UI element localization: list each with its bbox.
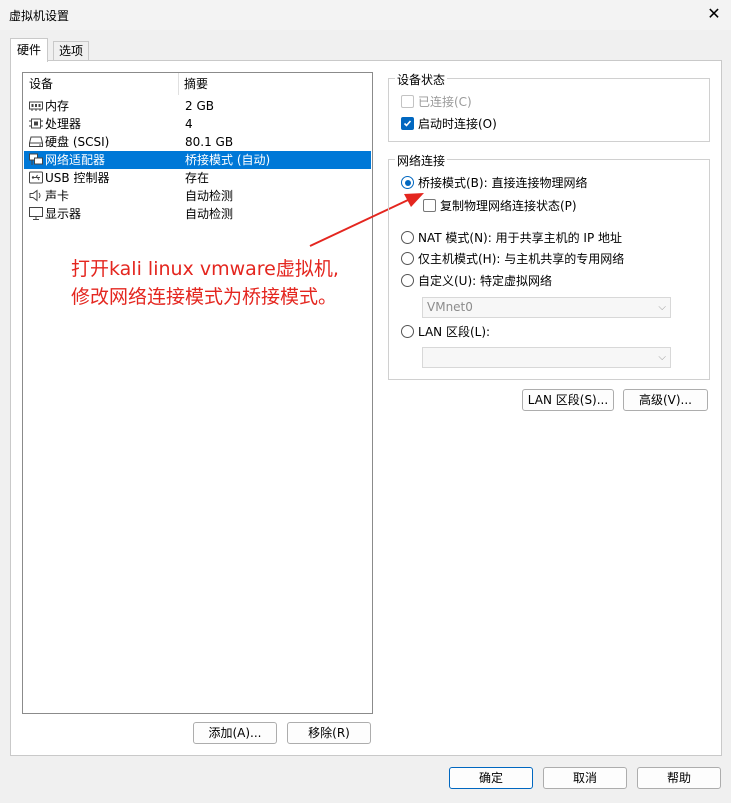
table-row[interactable]: 网络适配器 桥接模式 (自动): [24, 151, 371, 169]
lan-segment-radio[interactable]: [401, 325, 414, 338]
replicate-state-label: 复制物理网络连接状态(P): [440, 199, 577, 213]
chevron-down-icon: ⌵: [658, 302, 666, 313]
device-summary: 自动检测: [185, 189, 234, 203]
custom-network-select[interactable]: VMnet0 ⌵: [422, 297, 671, 318]
tab-options[interactable]: 选项: [53, 41, 90, 61]
connect-on-power-checkbox[interactable]: [401, 117, 414, 130]
connected-checkbox[interactable]: [401, 95, 414, 108]
close-icon[interactable]: ✕: [704, 4, 724, 24]
bridged-label: 桥接模式(B): 直接连接物理网络: [418, 176, 588, 190]
disk-icon: [29, 136, 43, 147]
cpu-icon: [29, 118, 43, 129]
title-bar: [0, 0, 731, 30]
device-name: 内存: [45, 99, 70, 113]
host-only-radio[interactable]: [401, 252, 414, 265]
annotation-line-2: 修改网络连接模式为桥接模式。: [71, 286, 338, 308]
column-header-summary[interactable]: 摘要: [179, 73, 371, 95]
lan-segment-select[interactable]: ⌵: [422, 347, 671, 368]
custom-radio[interactable]: [401, 274, 414, 287]
nat-radio[interactable]: [401, 231, 414, 244]
help-button[interactable]: 帮助: [637, 767, 721, 789]
connect-on-power-label: 启动时连接(O): [418, 117, 497, 131]
column-header-summary-label: 摘要: [184, 77, 209, 91]
device-summary: 4: [185, 117, 193, 131]
device-name: 处理器: [45, 117, 82, 131]
device-name: 网络适配器: [45, 153, 106, 167]
device-name: USB 控制器: [45, 171, 110, 185]
window-title: 虚拟机设置: [9, 9, 70, 23]
device-status-title: 设备状态: [395, 71, 448, 88]
advanced-button[interactable]: 高级(V)...: [623, 389, 708, 411]
tab-hardware[interactable]: 硬件: [10, 38, 49, 62]
lan-segments-button[interactable]: LAN 区段(S)...: [522, 389, 614, 411]
device-summary: 自动检测: [185, 207, 234, 221]
cancel-button[interactable]: 取消: [543, 767, 627, 789]
column-header-device[interactable]: 设备: [23, 73, 179, 95]
network-connection-title: 网络连接: [395, 152, 448, 169]
table-row[interactable]: 处理器 4: [24, 115, 371, 133]
column-header-device-label: 设备: [29, 77, 54, 91]
table-row[interactable]: 硬盘 (SCSI) 80.1 GB: [24, 133, 371, 151]
custom-network-value: VMnet0: [427, 300, 473, 314]
device-summary: 80.1 GB: [185, 135, 234, 149]
annotation-text: 打开kali linux vmware虚拟机, 修改网络连接模式为桥接模式。: [71, 255, 339, 311]
usb-icon: [29, 171, 43, 184]
bridged-radio[interactable]: [401, 176, 414, 189]
nat-label: NAT 模式(N): 用于共享主机的 IP 地址: [418, 231, 623, 245]
remove-device-button[interactable]: 移除(R): [287, 722, 371, 744]
replicate-state-checkbox[interactable]: [423, 199, 436, 212]
device-list[interactable]: 设备 摘要 内存 2 GB 处理器 4 硬盘 (SCSI) 80.1 GB 网络…: [22, 72, 373, 714]
custom-label: 自定义(U): 特定虚拟网络: [418, 274, 553, 288]
connected-label: 已连接(C): [418, 95, 472, 109]
device-name: 声卡: [45, 189, 70, 203]
network-icon: [29, 153, 43, 165]
lan-segment-label: LAN 区段(L):: [418, 325, 491, 339]
memory-icon: [29, 101, 43, 111]
chevron-down-icon: ⌵: [658, 352, 666, 363]
device-summary: 2 GB: [185, 99, 214, 113]
device-summary: 桥接模式 (自动): [185, 153, 271, 167]
host-only-label: 仅主机模式(H): 与主机共享的专用网络: [418, 252, 625, 266]
device-summary: 存在: [185, 171, 210, 185]
add-device-button[interactable]: 添加(A)...: [193, 722, 277, 744]
table-row[interactable]: 内存 2 GB: [24, 97, 371, 115]
device-name: 显示器: [45, 207, 82, 221]
display-icon: [29, 207, 43, 220]
sound-icon: [29, 189, 41, 202]
device-name: 硬盘 (SCSI): [45, 135, 110, 149]
ok-button[interactable]: 确定: [449, 767, 533, 789]
checkmark-icon: [403, 120, 412, 127]
annotation-line-1: 打开kali linux vmware虚拟机,: [71, 258, 339, 280]
